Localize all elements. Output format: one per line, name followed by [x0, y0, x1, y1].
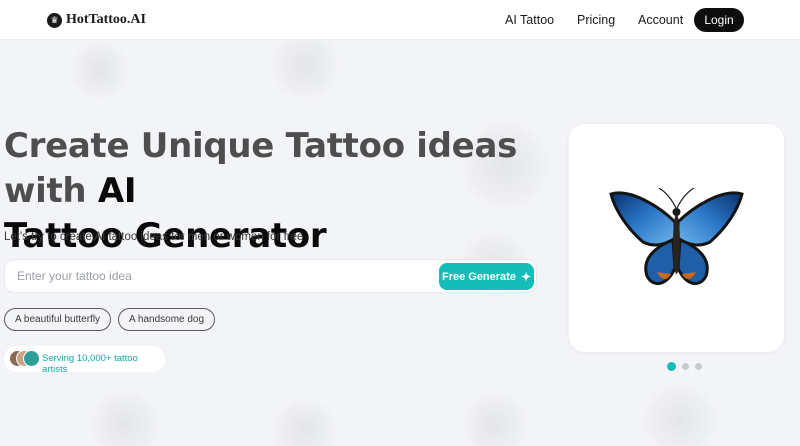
hero-subtitle: Let's try to create AI tattoo ideas for … — [4, 231, 304, 243]
social-proof-text: Serving 10,000+ tattoo artists — [42, 353, 138, 375]
tattoo-idea-input[interactable] — [17, 260, 437, 292]
avatar — [23, 350, 40, 367]
brand-name: HotTattoo.AI — [66, 12, 146, 27]
login-button[interactable]: Login — [694, 8, 744, 32]
logo-icon: ♛ — [47, 12, 62, 28]
social-proof-badge: Serving 10,000+ tattoo artists — [4, 346, 165, 375]
suggestion-chip-dog[interactable]: A handsome dog — [118, 308, 216, 331]
tattoo-idea-form: Free Generate ✦ — [4, 259, 537, 293]
carousel-dot-3[interactable] — [695, 363, 702, 370]
sparkle-icon: ✦ — [520, 269, 532, 284]
free-generate-button[interactable]: Free Generate ✦ — [439, 263, 534, 290]
nav-account[interactable]: Account — [638, 13, 683, 27]
brand-logo[interactable]: ♛ HotTattoo.AI — [47, 12, 146, 28]
nav-ai-tattoo[interactable]: AI Tattoo — [505, 13, 554, 27]
carousel-dot-1[interactable] — [667, 362, 676, 371]
carousel-image-card — [569, 124, 784, 352]
butterfly-tattoo-image — [609, 188, 744, 285]
hero-title-highlight: AI — [97, 171, 137, 211]
nav-pricing[interactable]: Pricing — [577, 13, 615, 27]
free-generate-label: Free Generate — [441, 270, 516, 283]
carousel-dot-2[interactable] — [682, 363, 689, 370]
hero-title-part1: Create Unique Tattoo ideas with — [4, 126, 518, 211]
top-navbar: ♛ HotTattoo.AI AI Tattoo Pricing Account… — [0, 0, 800, 40]
suggestion-chip-butterfly[interactable]: A beautiful butterfly — [4, 308, 112, 331]
